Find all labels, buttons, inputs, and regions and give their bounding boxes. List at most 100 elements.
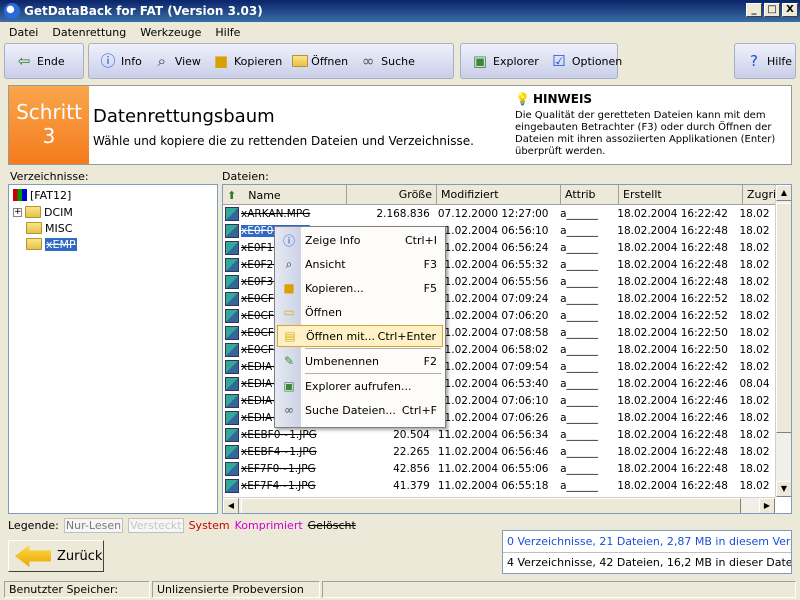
step-panel: Schritt 3 Datenrettungsbaum Wähle und ko… (8, 85, 792, 165)
kopieren-button[interactable]: ■ Kopieren (206, 46, 287, 76)
file-created-cell: 18.02.2004 16:22:48 (617, 428, 728, 441)
file-access-cell: 18.02 (739, 428, 770, 441)
info-icon: ⓘ (100, 51, 116, 70)
menu-datenrettung[interactable]: Datenrettung (47, 26, 131, 39)
explorer-button[interactable]: ▣ Explorer (465, 46, 544, 76)
file-access-cell: 18.02 (739, 241, 770, 254)
file-attrib-cell: a______ (560, 292, 598, 305)
file-modified-cell: 11.02.2004 06:55:56 (437, 275, 549, 288)
context-menu-item[interactable]: ⓘ Zeige Info Ctrl+I (277, 229, 443, 251)
back-button[interactable]: Zurück (8, 540, 104, 572)
context-menu-item[interactable]: ⌕ Ansicht F3 (277, 253, 443, 275)
column-created[interactable]: Erstellt (619, 185, 743, 205)
up-arrow-icon: ⬆ (227, 188, 237, 202)
rename-icon: ✎ (283, 354, 295, 368)
legend-system: System (188, 519, 230, 532)
directories-label: Verzeichnisse: (10, 170, 89, 183)
directory-tree[interactable]: [FAT12] + DCIM MISC xEMP (8, 184, 218, 514)
table-row[interactable]: xEF7F4~1.JPG 41.379 11.02.2004 06:55:18 a__… (223, 477, 775, 494)
expand-icon[interactable]: + (13, 207, 22, 217)
image-file-icon (225, 240, 239, 255)
scroll-down-icon[interactable]: ▼ (776, 481, 791, 497)
info-button[interactable]: ⓘ Info (93, 46, 147, 76)
legend: Legende: Nur-Lesen Versteckt System Komp… (8, 518, 356, 533)
column-name[interactable]: ⬆ Name (223, 185, 347, 205)
tree-item-xemp[interactable]: xEMP (26, 236, 77, 252)
file-attrib-cell: a______ (560, 275, 598, 288)
folder-icon (26, 238, 42, 250)
table-row[interactable]: xEEBF4~1.JPG 22.265 11.02.2004 06:56:46 a__… (223, 443, 775, 460)
file-size-cell: 22.265 (393, 445, 430, 458)
file-modified-cell: 11.02.2004 06:53:40 (437, 377, 549, 390)
file-size-cell: 2.168.836 (376, 207, 430, 220)
minimize-button[interactable]: _ (746, 3, 762, 17)
suche-button[interactable]: ∞ Suche (353, 46, 420, 76)
hscroll-thumb[interactable] (241, 498, 741, 513)
back-arrow-icon (15, 545, 51, 567)
file-created-cell: 18.02.2004 16:22:50 (617, 343, 728, 356)
file-size-cell: 41.379 (393, 479, 430, 492)
tree-item-misc[interactable]: MISC (26, 220, 72, 236)
file-access-cell: 18.02 (739, 360, 770, 373)
file-attrib-cell: a______ (560, 309, 598, 322)
menu-hilfe[interactable]: Hilfe (210, 26, 245, 39)
maximize-button[interactable]: □ (764, 3, 780, 17)
checklist-icon: ☑ (552, 51, 566, 70)
search-icon: ∞ (284, 403, 294, 417)
oeffnen-button[interactable]: Öffnen (287, 46, 353, 76)
file-modified-cell: 11.02.2004 06:55:06 (437, 462, 549, 475)
menu-datei[interactable]: Datei (4, 26, 43, 39)
hilfe-button[interactable]: ? Hilfe (739, 46, 797, 76)
context-menu-shortcut: F5 (423, 281, 437, 295)
view-button[interactable]: ⌕ View (147, 46, 206, 76)
context-menu-shortcut: Ctrl+I (404, 233, 437, 247)
drive-icon (13, 189, 27, 201)
file-access-cell: 18.02 (739, 394, 770, 407)
ende-button[interactable]: ⇦ Ende (9, 46, 70, 76)
context-menu-label: Öffnen mit... (306, 329, 376, 343)
table-row[interactable]: xEF7F0~1.JPG 42.856 11.02.2004 06:55:06 a__… (223, 460, 775, 477)
image-file-icon (225, 223, 239, 238)
image-file-icon (225, 376, 239, 391)
file-created-cell: 18.02.2004 16:22:48 (617, 258, 728, 271)
column-modified[interactable]: Modifiziert (437, 185, 561, 205)
optionen-button[interactable]: ☑ Optionen (544, 46, 627, 76)
image-file-icon (225, 427, 239, 442)
table-row[interactable]: xEEBF0~1.JPG 20.504 11.02.2004 06:56:34 a__… (223, 426, 775, 443)
file-created-cell: 18.02.2004 16:22:52 (617, 292, 728, 305)
scroll-right-icon[interactable]: ▶ (759, 498, 775, 513)
column-size[interactable]: Größe (347, 185, 437, 205)
horizontal-scrollbar[interactable]: ◀ ▶ (223, 497, 775, 513)
image-file-icon (225, 325, 239, 340)
menu-separator (305, 373, 441, 374)
file-access-cell: 18.02 (739, 207, 770, 220)
column-attrib[interactable]: Attrib (561, 185, 619, 205)
scroll-up-icon[interactable]: ▲ (776, 185, 791, 201)
folder-icon (292, 55, 309, 67)
context-menu-item[interactable]: ✎ Umbenennen F2 (277, 350, 443, 372)
explorer-icon: ▣ (472, 51, 488, 70)
context-menu-item[interactable]: ▣ Explorer aufrufen... (277, 375, 443, 397)
file-modified-cell: 11.02.2004 06:55:32 (437, 258, 549, 271)
context-menu-item[interactable]: ∞ Suche Dateien... Ctrl+F (277, 399, 443, 421)
file-modified-cell: 11.02.2004 06:55:18 (437, 479, 549, 492)
file-access-cell: 18.02 (739, 462, 770, 475)
menu-werkzeuge[interactable]: Werkzeuge (135, 26, 206, 39)
context-menu-item[interactable]: ■ Kopieren... F5 (277, 277, 443, 299)
menu-bar: Datei Datenrettung Werkzeuge Hilfe (0, 22, 800, 42)
tree-item-dcim[interactable]: + DCIM (13, 204, 73, 220)
table-row[interactable]: xARKAN.MPG 2.168.836 07.12.2000 12:27:00 a_… (223, 205, 775, 222)
tree-root[interactable]: [FAT12] (13, 187, 71, 203)
context-menu-item[interactable]: ▭ Öffnen (277, 301, 443, 323)
status-license: Unlizensierte Probeversion (152, 580, 320, 598)
scroll-left-icon[interactable]: ◀ (223, 498, 239, 513)
binoculars-icon: ∞ (361, 51, 375, 70)
image-file-icon (225, 274, 239, 289)
scroll-thumb[interactable] (776, 203, 791, 433)
vertical-scrollbar[interactable]: ▲ ▼ (775, 185, 791, 497)
close-button[interactable]: X (782, 3, 798, 17)
context-menu-item[interactable]: ▤ Öffnen mit... Ctrl+Enter (277, 325, 443, 347)
help-icon: ? (750, 51, 758, 70)
image-file-icon (225, 308, 239, 323)
file-created-cell: 18.02.2004 16:22:48 (617, 445, 728, 458)
